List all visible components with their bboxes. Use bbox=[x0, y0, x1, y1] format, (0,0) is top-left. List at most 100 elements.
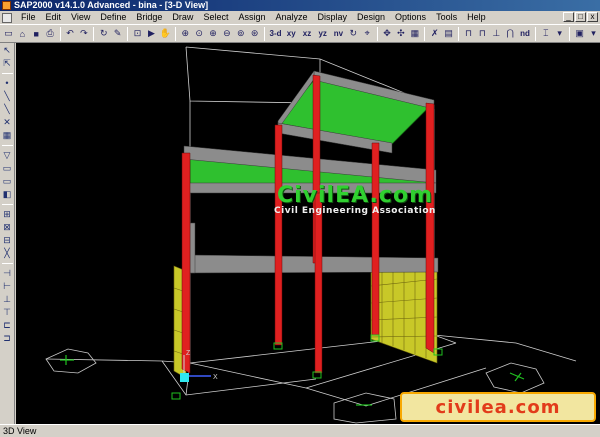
menu-bar: File Edit View Define Bridge Draw Select… bbox=[0, 11, 600, 24]
menu-view[interactable]: View bbox=[66, 11, 95, 24]
view-yz-button[interactable]: yz bbox=[315, 26, 330, 41]
new-model-icon[interactable]: ▭ bbox=[2, 26, 15, 41]
status-bar: 3D View bbox=[0, 424, 600, 436]
display-options-icon[interactable]: ▣ bbox=[573, 26, 586, 41]
draw-solid-icon[interactable]: ◧ bbox=[1, 189, 13, 200]
clear-selection-icon[interactable]: ⊟ bbox=[1, 235, 13, 246]
toolbar-separator bbox=[424, 26, 426, 41]
main-toolbar: ▭ ⌂ ■ ⎙ ↶ ↷ ↻ ✎ ⊡ ▶ ✋ ⊕ ⊙ ⊕ ⊖ ⊚ ⊛ 3-d xy… bbox=[0, 24, 600, 43]
view-3d-button[interactable]: 3-d bbox=[268, 26, 283, 41]
quick-area-icon[interactable]: ▭ bbox=[1, 176, 13, 187]
document-icon[interactable] bbox=[2, 12, 12, 23]
draw-joint-icon[interactable]: • bbox=[1, 78, 13, 89]
watermark-tagline: Civil Engineering Association bbox=[274, 206, 436, 216]
close-button[interactable]: x bbox=[587, 12, 598, 22]
draw-frame-icon[interactable]: ╲ bbox=[1, 91, 13, 102]
assign-icon[interactable]: ✗ bbox=[428, 26, 441, 41]
toolbar-separator bbox=[1, 145, 13, 146]
toolbar-separator bbox=[1, 73, 13, 74]
zoom-previous-icon[interactable]: ⊛ bbox=[248, 26, 261, 41]
open-icon[interactable]: ⌂ bbox=[16, 26, 29, 41]
toolbar-separator bbox=[174, 26, 176, 41]
pencil-icon[interactable]: ✎ bbox=[111, 26, 124, 41]
run-icon[interactable]: ▶ bbox=[145, 26, 158, 41]
title-bar: SAP2000 v14.1.0 Advanced - bina - [3-D V… bbox=[0, 0, 600, 11]
3d-view-viewport[interactable]: Z X CivilEA.com Civil Engineering Associ… bbox=[16, 43, 600, 424]
move-down-icon[interactable]: ✣ bbox=[394, 26, 407, 41]
left-toolbar: ↖ ⇱ • ╲ ╲ ✕ ▦ ▽ ▭ ▭ ◧ ⊞ ⊠ ⊟ ╳ ⊣ ⊢ ⊥ ⊤ ⊏ … bbox=[0, 43, 15, 424]
show-moments-icon[interactable]: ⋂ bbox=[504, 26, 517, 41]
snap-intersections-icon[interactable]: ⊥ bbox=[1, 294, 13, 305]
select-all-icon[interactable]: ⊞ bbox=[1, 209, 13, 220]
perspective-icon[interactable]: ⌖ bbox=[361, 26, 374, 41]
menu-display[interactable]: Display bbox=[313, 11, 353, 24]
redo-icon[interactable]: ↷ bbox=[77, 26, 90, 41]
draw-link-icon[interactable]: ▦ bbox=[1, 130, 13, 141]
view-xz-button[interactable]: xz bbox=[300, 26, 315, 41]
menu-select[interactable]: Select bbox=[198, 11, 233, 24]
axis-z-label: Z bbox=[186, 350, 191, 357]
show-deformed-icon[interactable]: ⊓ bbox=[462, 26, 475, 41]
rotate-3d-icon[interactable]: ↻ bbox=[347, 26, 360, 41]
snap-ends-icon[interactable]: ⊢ bbox=[1, 281, 13, 292]
print-icon[interactable]: ⎙ bbox=[44, 26, 57, 41]
zoom-full-icon[interactable]: ⊚ bbox=[234, 26, 247, 41]
get-previous-selection-icon[interactable]: ⊠ bbox=[1, 222, 13, 233]
toolbar-separator bbox=[569, 26, 571, 41]
menu-help[interactable]: Help bbox=[462, 11, 491, 24]
window-controls: _ □ x bbox=[563, 12, 598, 22]
show-undeformed-icon[interactable]: ▤ bbox=[442, 26, 455, 41]
menu-edit[interactable]: Edit bbox=[41, 11, 67, 24]
toolbar-separator bbox=[1, 204, 13, 205]
pointer-icon[interactable]: ↖ bbox=[1, 45, 13, 56]
reshape-icon[interactable]: ⇱ bbox=[1, 58, 13, 69]
text-tool-icon[interactable]: ⌶ bbox=[539, 26, 552, 41]
save-icon[interactable]: ■ bbox=[30, 26, 43, 41]
snap-perpendicular-icon[interactable]: ⊤ bbox=[1, 307, 13, 318]
watermark: CivilEA.com Civil Engineering Associatio… bbox=[260, 183, 450, 216]
draw-brace-icon[interactable]: ✕ bbox=[1, 117, 13, 128]
menu-design[interactable]: Design bbox=[352, 11, 390, 24]
dropdown-arrow-icon[interactable]: ▾ bbox=[587, 26, 600, 41]
menu-assign[interactable]: Assign bbox=[233, 11, 270, 24]
snap-lines-icon[interactable]: ⊏ bbox=[1, 320, 13, 331]
structure-model: Z X bbox=[45, 46, 577, 424]
intersecting-line-icon[interactable]: ╳ bbox=[1, 248, 13, 259]
refresh-icon[interactable]: ↻ bbox=[97, 26, 110, 41]
zoom-window-icon[interactable]: ⊕ bbox=[179, 26, 192, 41]
show-forces-icon[interactable]: ⊓ bbox=[476, 26, 489, 41]
menu-file[interactable]: File bbox=[16, 11, 41, 24]
zoom-out-icon[interactable]: ⊖ bbox=[220, 26, 233, 41]
draw-poly-area-icon[interactable]: ▽ bbox=[1, 150, 13, 161]
restore-button[interactable]: □ bbox=[575, 12, 586, 22]
dropdown-arrow-icon[interactable]: ▾ bbox=[553, 26, 566, 41]
window-title: SAP2000 v14.1.0 Advanced - bina - [3-D V… bbox=[14, 0, 209, 10]
menu-tools[interactable]: Tools bbox=[431, 11, 462, 24]
zoom-in-icon[interactable]: ⊕ bbox=[207, 26, 220, 41]
view-nv-button[interactable]: nv bbox=[331, 26, 346, 41]
axis-x-label: X bbox=[213, 374, 218, 381]
toolbar-separator bbox=[1, 263, 13, 264]
menu-analyze[interactable]: Analyze bbox=[270, 11, 312, 24]
view-xy-button[interactable]: xy bbox=[284, 26, 299, 41]
toolbar-separator bbox=[264, 26, 266, 41]
menu-options[interactable]: Options bbox=[390, 11, 431, 24]
nd-button[interactable]: nd bbox=[518, 26, 533, 41]
menu-draw[interactable]: Draw bbox=[167, 11, 198, 24]
move-up-icon[interactable]: ✥ bbox=[381, 26, 394, 41]
menu-bridge[interactable]: Bridge bbox=[131, 11, 167, 24]
quick-frame-icon[interactable]: ╲ bbox=[1, 104, 13, 115]
minimize-button[interactable]: _ bbox=[563, 12, 574, 22]
set-display-icon[interactable]: ▦ bbox=[408, 26, 421, 41]
snap-grid-icon[interactable]: ⊐ bbox=[1, 333, 13, 344]
snap-points-icon[interactable]: ⊣ bbox=[1, 268, 13, 279]
zoom-restore-icon[interactable]: ⊙ bbox=[193, 26, 206, 41]
lock-icon[interactable]: ⊡ bbox=[131, 26, 144, 41]
menu-define[interactable]: Define bbox=[95, 11, 131, 24]
show-reactions-icon[interactable]: ⊥ bbox=[490, 26, 503, 41]
undo-icon[interactable]: ↶ bbox=[64, 26, 77, 41]
draw-rect-area-icon[interactable]: ▭ bbox=[1, 163, 13, 174]
watermark-logo: CivilEA.com bbox=[276, 183, 433, 208]
pan-icon[interactable]: ✋ bbox=[159, 26, 172, 41]
corner-watermark: civilea.com bbox=[400, 392, 596, 422]
